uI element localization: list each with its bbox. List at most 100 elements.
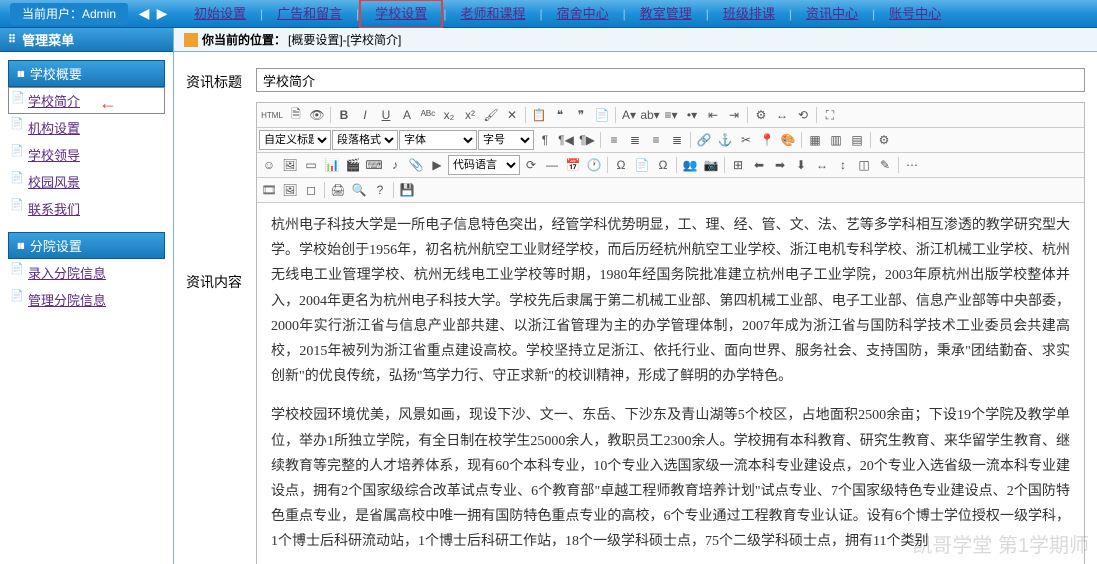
custom-icon[interactable]: ⚙	[751, 105, 771, 125]
align-j[interactable]: ≣	[667, 130, 687, 150]
cog-icon[interactable]: ⚙	[874, 130, 894, 150]
rtl-icon[interactable]: ↔	[772, 105, 792, 125]
print-icon[interactable]: 🖨	[328, 180, 348, 200]
frame-icon[interactable]: ▭	[301, 155, 321, 175]
hr-icon[interactable]: —	[542, 155, 562, 175]
sidebar-item-校园风景[interactable]: 校园风景	[8, 168, 165, 195]
quote-l[interactable]: ❝	[550, 105, 570, 125]
sidebar-link-录入分院信息[interactable]: 录入分院信息	[28, 266, 106, 281]
more-icon[interactable]: ⋯	[902, 155, 922, 175]
layout-icon[interactable]: ▦	[805, 130, 825, 150]
media-icon[interactable]: ▶	[427, 155, 447, 175]
nav-班级排课[interactable]: 班级排课	[709, 1, 789, 27]
link-icon[interactable]: 🔗	[694, 130, 714, 150]
sidebar-item-录入分院信息[interactable]: 录入分院信息	[8, 259, 165, 286]
sidebar-link-机构设置[interactable]: 机构设置	[28, 121, 80, 136]
page-icon[interactable]: 📄	[632, 155, 652, 175]
palette-icon[interactable]: 🎨	[778, 130, 798, 150]
music-icon[interactable]: ♪	[385, 155, 405, 175]
select-format[interactable]: 段落格式	[332, 130, 398, 150]
cellbg-icon[interactable]: ◫	[854, 155, 874, 175]
sidebar-link-管理分院信息[interactable]: 管理分院信息	[28, 293, 106, 308]
image-icon[interactable]: 🖼	[280, 155, 300, 175]
clear-icon[interactable]: ✕	[502, 105, 522, 125]
select-style[interactable]: 自定义标题	[259, 130, 331, 150]
canvas-icon[interactable]: ◻	[301, 180, 321, 200]
snap-icon[interactable]: 📷	[701, 155, 721, 175]
nav-初始设置[interactable]: 初始设置	[180, 1, 260, 27]
indent-r[interactable]: ⇥	[724, 105, 744, 125]
smiley-icon[interactable]: ☺	[259, 155, 279, 175]
sidebar-item-学校简介[interactable]: 学校简介←	[8, 87, 165, 114]
nav-学校设置[interactable]: 学校设置	[359, 0, 443, 29]
bg-icon[interactable]: ab▾	[640, 105, 660, 125]
video-icon[interactable]: 🎬	[343, 155, 363, 175]
content-paragraph[interactable]: 学校校园环境优美，风景如画，现设下沙、文一、东岳、下沙东及青山湖等5个校区，占地…	[271, 403, 1070, 554]
help-icon[interactable]: ?	[370, 180, 390, 200]
align-c[interactable]: ≣	[625, 130, 645, 150]
paste-icon[interactable]: 📋	[529, 105, 549, 125]
draft-icon[interactable]: 💾	[397, 180, 417, 200]
date-icon[interactable]: 📅	[563, 155, 583, 175]
I[interactable]: I	[355, 105, 375, 125]
code-icon[interactable]: ⌨	[364, 155, 384, 175]
anchor-icon[interactable]: ⚓	[715, 130, 735, 150]
fullscreen-icon[interactable]: ⛶	[820, 105, 840, 125]
editor-body[interactable]: 杭州电子科技大学是一所电子信息特色突出，经管学科优势明显，工、理、经、管、文、法…	[257, 203, 1084, 564]
sidebar-link-学校简介[interactable]: 学校简介	[28, 94, 80, 109]
abc[interactable]: ᴬᴮᶜ	[418, 105, 438, 125]
sidebar-item-机构设置[interactable]: 机构设置	[8, 114, 165, 141]
merged-icon[interactable]: ⬇	[791, 155, 811, 175]
nav-宿舍中心[interactable]: 宿舍中心	[543, 1, 623, 27]
nav-老师和课程[interactable]: 老师和课程	[446, 1, 539, 27]
refresh-icon[interactable]: ⟳	[521, 155, 541, 175]
view-icon[interactable]: 🗎	[286, 105, 306, 125]
sidebar-item-学校领导[interactable]: 学校领导	[8, 141, 165, 168]
table-icon[interactable]: ▤	[847, 130, 867, 150]
pilcrow[interactable]: ¶	[535, 130, 555, 150]
map-icon[interactable]: 📍	[757, 130, 777, 150]
splith-icon[interactable]: ↔	[812, 155, 832, 175]
sidebar-link-校园风景[interactable]: 校园风景	[28, 175, 80, 190]
list-bullet[interactable]: •▾	[682, 105, 702, 125]
title-input[interactable]	[256, 68, 1085, 92]
sidebar-item-联系我们[interactable]: 联系我们	[8, 195, 165, 222]
A̲[interactable]: A	[397, 105, 417, 125]
preview-icon[interactable]: 👁	[307, 105, 327, 125]
merger-icon[interactable]: ➡	[770, 155, 790, 175]
tbledit-icon[interactable]: ✎	[875, 155, 895, 175]
nav-left-icon[interactable]: ◀	[136, 3, 152, 25]
omega-icon[interactable]: Ω	[653, 155, 673, 175]
find-icon[interactable]: 🔍	[349, 180, 369, 200]
autofmt-icon[interactable]: ⟲	[793, 105, 813, 125]
nav-账号中心[interactable]: 账号中心	[875, 1, 955, 27]
para-l[interactable]: ¶◀	[556, 130, 576, 150]
nav-资讯中心[interactable]: 资讯中心	[792, 1, 872, 27]
nav-广告和留言[interactable]: 广告和留言	[263, 1, 356, 27]
B[interactable]: B	[334, 105, 354, 125]
special-icon[interactable]: Ω	[611, 155, 631, 175]
list-num[interactable]: ≡▾	[661, 105, 681, 125]
chart-icon[interactable]: 📊	[322, 155, 342, 175]
sidebar-link-学校领导[interactable]: 学校领导	[28, 148, 80, 163]
tableins-icon[interactable]: ⊞	[728, 155, 748, 175]
x₂[interactable]: x₂	[439, 105, 459, 125]
x²[interactable]: x²	[460, 105, 480, 125]
unlink-icon[interactable]: ✂	[736, 130, 756, 150]
select-font[interactable]: 字体	[399, 130, 477, 150]
A[interactable]: A▾	[619, 105, 639, 125]
film-icon[interactable]: 🎞	[259, 180, 279, 200]
brush-icon[interactable]: 🖌	[481, 105, 501, 125]
mergel-icon[interactable]: ⬅	[749, 155, 769, 175]
align-r[interactable]: ≡	[646, 130, 666, 150]
nav-教室管理[interactable]: 教室管理	[626, 1, 706, 27]
time-icon[interactable]: 🕐	[584, 155, 604, 175]
HTML[interactable]: HTML	[259, 105, 285, 125]
align-l[interactable]: ≡	[604, 130, 624, 150]
indent-l[interactable]: ⇤	[703, 105, 723, 125]
attach-icon[interactable]: 📎	[406, 155, 426, 175]
users-icon[interactable]: 👥	[680, 155, 700, 175]
cols-icon[interactable]: ▥	[826, 130, 846, 150]
clipboard-icon[interactable]: 📄	[592, 105, 612, 125]
quote-r[interactable]: ❞	[571, 105, 591, 125]
